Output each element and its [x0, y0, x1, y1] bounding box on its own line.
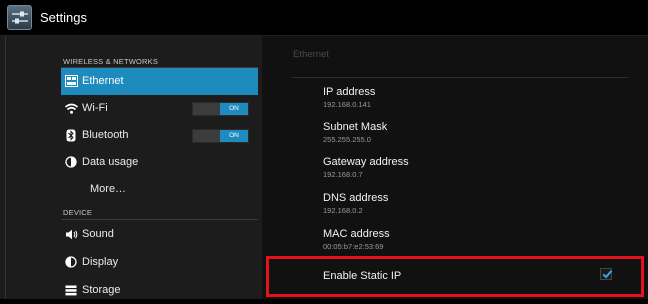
pref-dns-address[interactable]: DNS address 192.168.0.2 — [323, 192, 388, 216]
pref-title: Gateway address — [323, 156, 409, 168]
data-usage-icon — [64, 155, 78, 169]
pref-gateway-address[interactable]: Gateway address 192.168.0.7 — [323, 156, 409, 180]
sidebar-item-label: Wi-Fi — [82, 102, 108, 114]
ethernet-icon — [64, 74, 78, 88]
page-title: Ethernet — [293, 49, 329, 60]
sidebar-item-data-usage[interactable]: Data usage — [61, 149, 258, 176]
static-ip-label: Enable Static IP — [323, 270, 402, 282]
pane-title-divider — [292, 77, 628, 78]
sidebar-item-label: Ethernet — [82, 75, 124, 87]
sidebar-item-wifi[interactable]: Wi-Fi ON — [61, 95, 258, 122]
sidebar-item-label: Sound — [82, 228, 114, 240]
bluetooth-toggle[interactable]: ON — [192, 129, 249, 143]
display-icon — [64, 255, 78, 269]
pref-value: 00:05:b7:e2:53:69 — [323, 242, 384, 251]
wifi-icon — [64, 101, 78, 115]
sidebar-item-display[interactable]: Display — [61, 249, 258, 276]
pref-subnet-mask[interactable]: Subnet Mask 255.255.255.0 — [323, 121, 387, 145]
sidebar-item-label: Display — [82, 256, 119, 268]
wifi-toggle[interactable]: ON — [192, 102, 249, 116]
storage-icon — [64, 283, 78, 297]
pref-value: 192.168.0.2 — [323, 206, 363, 215]
pref-value: 255.255.255.0 — [323, 135, 371, 144]
sidebar-item-storage[interactable]: Storage — [61, 277, 258, 304]
section-divider — [61, 219, 258, 220]
speaker-icon — [64, 227, 78, 241]
toggle-state: ON — [220, 103, 248, 115]
static-ip-checkbox[interactable] — [600, 268, 613, 280]
section-header-wireless: WIRELESS & NETWORKS — [63, 57, 159, 66]
pref-value: 192.168.0.141 — [323, 100, 371, 109]
pref-title: DNS address — [323, 192, 389, 204]
settings-sliders-icon[interactable] — [7, 5, 32, 30]
sidebar-item-label: Bluetooth — [82, 129, 129, 141]
sidebar-item-label: Storage — [82, 284, 121, 296]
sidebar-item-label: More… — [90, 183, 127, 195]
pref-title: MAC address — [323, 228, 390, 240]
app-title: Settings — [40, 10, 87, 25]
pref-title: IP address — [323, 86, 376, 98]
check-icon — [602, 270, 613, 279]
sidebar-item-bluetooth[interactable]: Bluetooth ON — [61, 122, 258, 149]
sidebar-item-ethernet[interactable]: Ethernet — [61, 68, 258, 95]
bluetooth-icon — [64, 128, 78, 142]
toggle-state: ON — [220, 130, 248, 142]
pref-title: Subnet Mask — [323, 121, 388, 133]
sidebar-item-sound[interactable]: Sound — [61, 221, 258, 248]
pane-divider — [5, 36, 6, 299]
sidebar-item-more[interactable]: More… — [61, 176, 258, 203]
sidebar-item-label: Data usage — [82, 156, 139, 168]
pref-mac-address[interactable]: MAC address 00:05:b7:e2:53:69 — [323, 228, 390, 252]
pref-ip-address[interactable]: IP address 192.168.0.141 — [323, 86, 375, 110]
pref-value: 192.168.0.7 — [323, 170, 363, 179]
section-header-device: DEVICE — [63, 208, 93, 217]
title-bar: Settings — [0, 0, 648, 36]
